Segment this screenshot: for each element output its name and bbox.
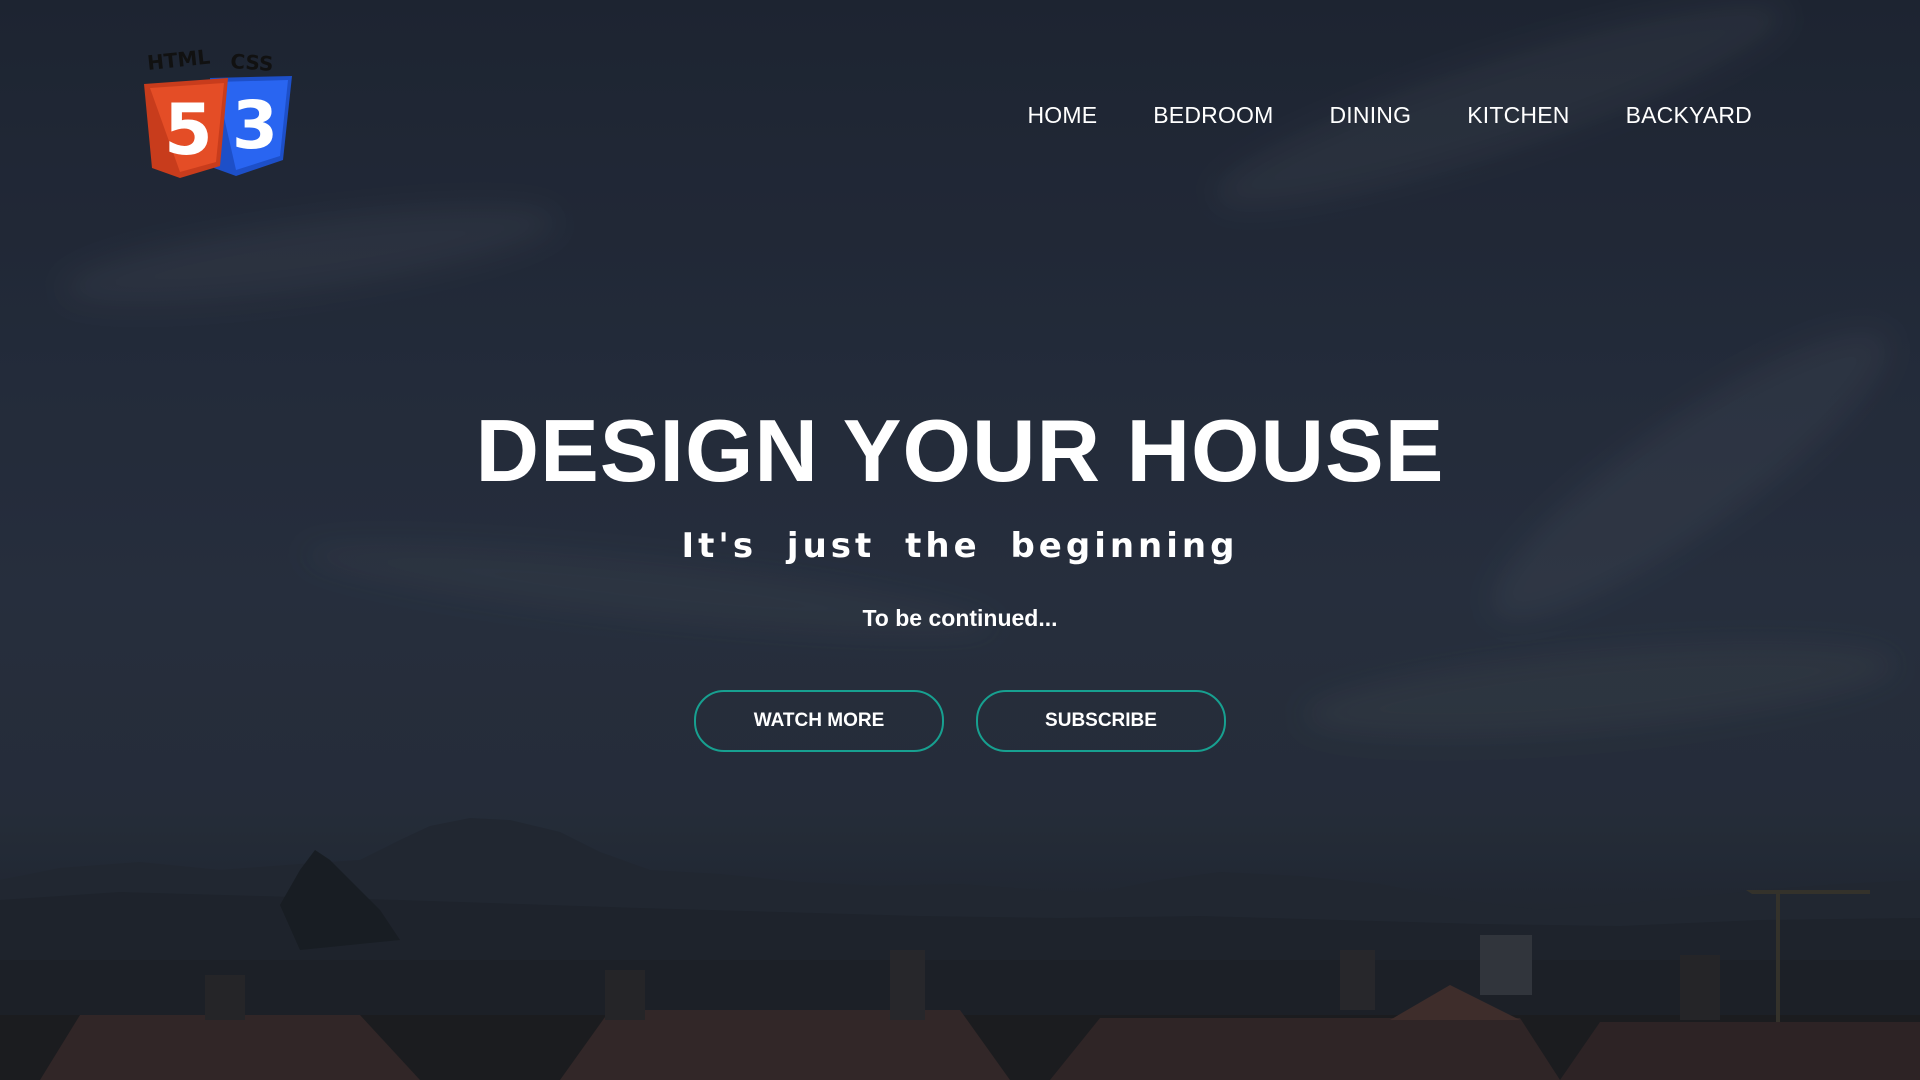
- watch-more-button[interactable]: WATCH MORE: [694, 690, 944, 752]
- logo-css-number: 3: [232, 87, 278, 164]
- nav-item-kitchen[interactable]: KITCHEN: [1467, 102, 1569, 129]
- logo-html-number: 5: [164, 89, 213, 171]
- nav-item-home[interactable]: HOME: [1027, 102, 1097, 129]
- hero-headline: DESIGN YOUR HOUSE: [475, 401, 1445, 500]
- logo-css-label: CSS: [230, 49, 275, 76]
- hero-subheadline: It's just the beginning: [681, 526, 1239, 566]
- nav-item-dining[interactable]: DINING: [1330, 102, 1412, 129]
- nav-item-bedroom[interactable]: BEDROOM: [1153, 102, 1273, 129]
- main-nav: HOME BEDROOM DINING KITCHEN BACKYARD: [971, 102, 1752, 129]
- hero-section: HTML CSS 5 3 HOME BEDROOM DINING KITCHEN…: [0, 0, 1920, 1080]
- nav-item-backyard[interactable]: BACKYARD: [1626, 102, 1752, 129]
- subscribe-button[interactable]: SUBSCRIBE: [976, 690, 1226, 752]
- cta-buttons: WATCH MORE SUBSCRIBE: [694, 690, 1226, 752]
- logo-html-label: HTML: [146, 48, 211, 75]
- hero-tagline: To be continued...: [862, 605, 1058, 631]
- html5-css3-logo-icon[interactable]: HTML CSS 5 3: [140, 44, 300, 184]
